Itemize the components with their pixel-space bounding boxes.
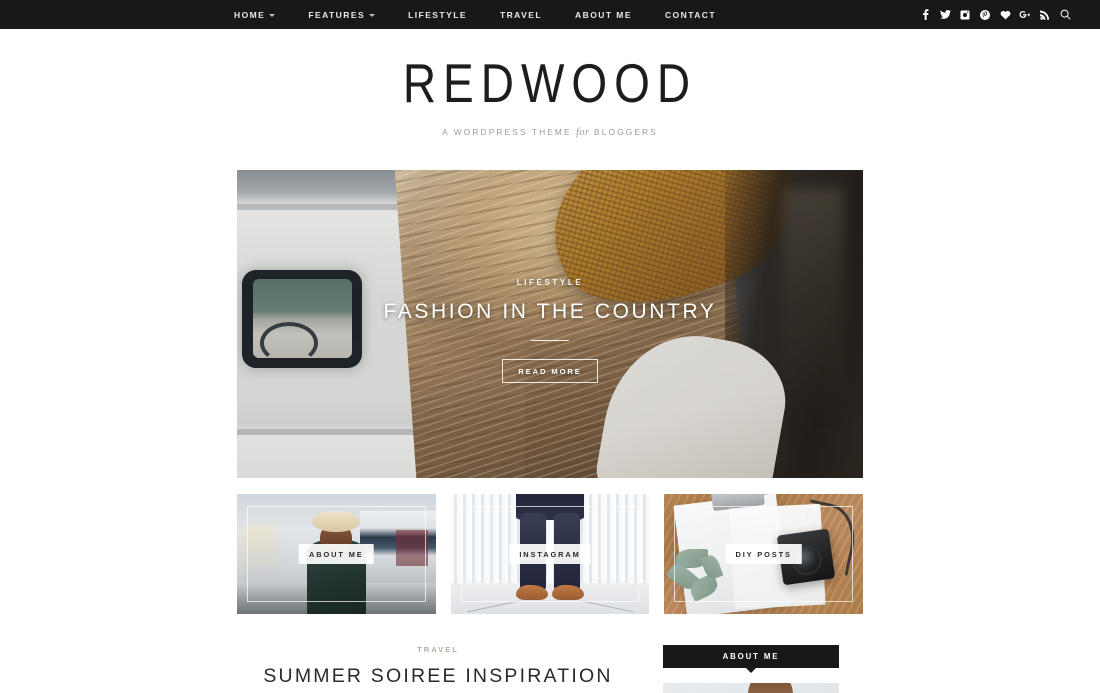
post-item: TRAVEL SUMMER SOIREE INSPIRATION Posted … <box>237 645 639 693</box>
nav-item-home[interactable]: HOME <box>234 10 292 20</box>
chevron-down-icon <box>269 14 276 17</box>
search-icon[interactable] <box>1058 0 1072 29</box>
nav-item-label: TRAVEL <box>499 9 543 20</box>
post-category[interactable]: TRAVEL <box>237 645 639 654</box>
instagram-icon[interactable] <box>958 0 972 29</box>
sidebar: ABOUT ME <box>663 645 863 693</box>
twitter-icon[interactable] <box>938 0 952 29</box>
nav-item-label: CONTACT <box>664 9 717 20</box>
nav-item-label: ABOUT ME <box>575 9 632 20</box>
site-header: REDWOOD A WORDPRESS THEME for BLOGGERS <box>0 29 1100 138</box>
social-links <box>912 0 1100 29</box>
hero-caption: LIFESTYLE FASHION IN THE COUNTRY READ MO… <box>237 278 863 384</box>
bloglovin-heart-icon[interactable] <box>998 0 1012 29</box>
promo-box-about-me[interactable]: ABOUT ME <box>237 494 436 614</box>
main-content-row: TRAVEL SUMMER SOIREE INSPIRATION Posted … <box>237 645 863 693</box>
facebook-icon[interactable] <box>918 0 932 29</box>
tagline-before: A WORDPRESS THEME <box>442 127 572 137</box>
nav-item-lifestyle[interactable]: LIFESTYLE <box>408 10 484 20</box>
post-list: TRAVEL SUMMER SOIREE INSPIRATION Posted … <box>237 645 663 693</box>
hero-category[interactable]: LIFESTYLE <box>237 278 863 287</box>
rss-icon[interactable] <box>1038 0 1052 29</box>
tagline-after: BLOGGERS <box>594 127 658 137</box>
hero-divider <box>531 340 569 342</box>
nav-item-label: LIFESTYLE <box>408 9 467 20</box>
nav-item-contact[interactable]: CONTACT <box>665 10 733 20</box>
promo-box-instagram[interactable]: INSTAGRAM <box>450 494 650 614</box>
hero-slider[interactable]: LIFESTYLE FASHION IN THE COUNTRY READ MO… <box>237 170 863 478</box>
nav-item-travel[interactable]: TRAVEL <box>500 10 559 20</box>
google-plus-icon[interactable] <box>1018 0 1032 29</box>
promo-box-diy-posts[interactable]: DIY POSTS <box>664 494 864 614</box>
promo-label[interactable]: ABOUT ME <box>299 544 374 564</box>
read-more-button[interactable]: READ MORE <box>502 359 598 384</box>
sidebar-widget-title-about-me: ABOUT ME <box>663 645 839 668</box>
sidebar-about-me-photo <box>663 683 839 693</box>
nav-item-label: FEATURES <box>308 9 366 20</box>
main-nav: HOME FEATURES LIFESTYLE TRAVEL ABOUT ME … <box>234 10 733 20</box>
nav-item-features[interactable]: FEATURES <box>308 10 392 20</box>
promo-label[interactable]: INSTAGRAM <box>509 544 591 564</box>
pinterest-icon[interactable] <box>978 0 992 29</box>
post-title[interactable]: SUMMER SOIREE INSPIRATION <box>237 665 639 687</box>
site-tagline: A WORDPRESS THEME for BLOGGERS <box>0 127 1100 138</box>
nav-item-label: HOME <box>234 9 266 20</box>
nav-item-about-me[interactable]: ABOUT ME <box>575 10 649 20</box>
promo-label[interactable]: DIY POSTS <box>725 544 802 564</box>
site-logo[interactable]: REDWOOD <box>403 56 697 110</box>
tagline-italic: for <box>576 127 590 138</box>
chevron-down-icon <box>369 14 376 17</box>
hero-title[interactable]: FASHION IN THE COUNTRY <box>237 299 863 324</box>
content-wrapper: LIFESTYLE FASHION IN THE COUNTRY READ MO… <box>237 170 864 693</box>
top-navigation-bar: HOME FEATURES LIFESTYLE TRAVEL ABOUT ME … <box>0 0 1100 29</box>
promo-boxes: ABOUT ME INSTAGRAM DIY POSTS <box>237 494 864 614</box>
